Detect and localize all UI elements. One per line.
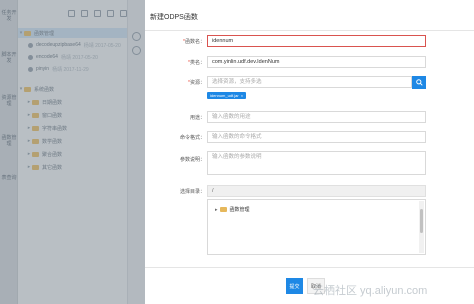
dialog-header: 新建ODPS函数 bbox=[145, 0, 474, 31]
dir-label: 选择目录： bbox=[179, 189, 205, 195]
cmd-format-input[interactable]: 输入函数的命令格式 bbox=[207, 131, 426, 143]
resource-tag[interactable]: idennum_udf.jar × bbox=[207, 92, 247, 99]
submit-button[interactable]: 提交 bbox=[286, 278, 303, 294]
func-name-label: *函数名： bbox=[183, 39, 205, 45]
new-function-dialog: 新建ODPS函数 *函数名： idennum *类名： com.yinlin.u… bbox=[145, 0, 474, 304]
usage-input[interactable]: 输入函数的用途 bbox=[207, 111, 426, 123]
dir-tree-scrollbar[interactable] bbox=[419, 201, 424, 253]
search-icon bbox=[415, 79, 423, 86]
chevron-right-icon[interactable]: ▸ bbox=[215, 207, 218, 213]
modal-overlay[interactable] bbox=[0, 0, 145, 304]
param-desc-label: 参数说明： bbox=[179, 157, 205, 163]
class-name-input[interactable]: com.yinlin.udf.dev.IdenNum bbox=[207, 56, 426, 68]
dir-tree: ▸ 函数管理 bbox=[207, 199, 426, 255]
dir-path-display: / bbox=[207, 185, 426, 197]
close-icon[interactable]: × bbox=[241, 93, 243, 98]
dir-tree-node[interactable]: ▸ 函数管理 bbox=[215, 206, 250, 214]
background-app: 任务开发 脚本开发 资源管理 函数管理 表查询 ▾ 函数管理 decodeupz… bbox=[0, 0, 145, 304]
resource-search-button[interactable] bbox=[412, 76, 426, 89]
dialog-title: 新建ODPS函数 bbox=[150, 14, 198, 21]
param-desc-textarea[interactable]: 输入函数的参数说明 bbox=[207, 151, 426, 175]
class-name-label: *类名： bbox=[188, 60, 205, 66]
folder-icon bbox=[219, 207, 227, 212]
scrollbar-thumb[interactable] bbox=[420, 209, 423, 233]
usage-label: 用途： bbox=[189, 115, 205, 121]
dir-node-label: 函数管理 bbox=[229, 207, 250, 213]
cmd-format-label: 命令格式： bbox=[179, 135, 205, 141]
cancel-button[interactable]: 取消 bbox=[307, 278, 325, 294]
resource-select-input[interactable]: 选择资源，支持多选 bbox=[207, 76, 412, 88]
resource-label: *资源： bbox=[188, 80, 205, 86]
func-name-input[interactable]: idennum bbox=[207, 35, 426, 47]
